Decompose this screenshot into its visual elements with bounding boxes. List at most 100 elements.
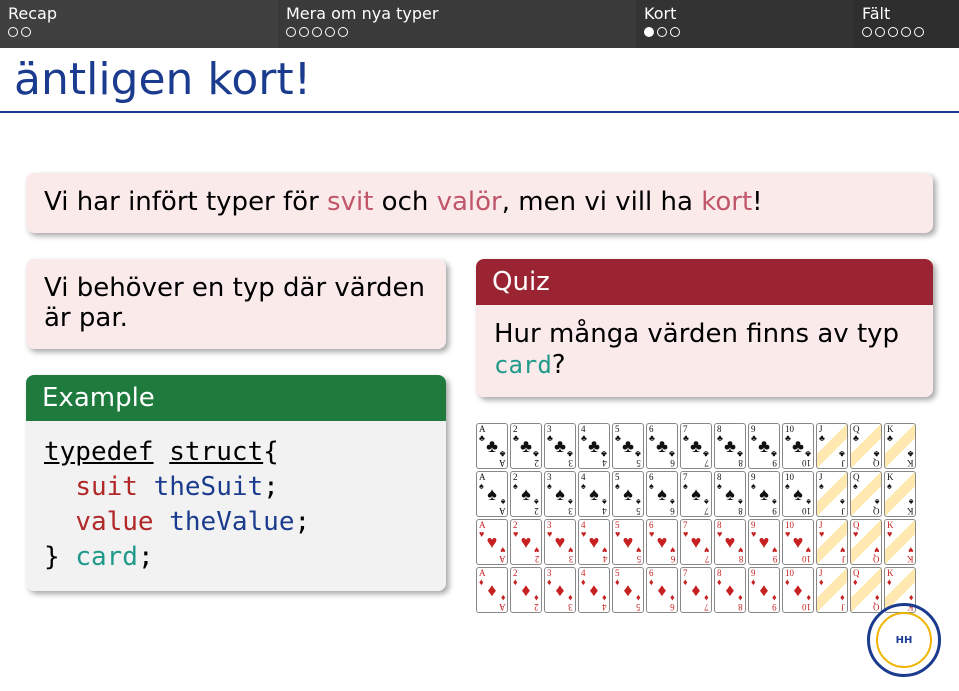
- cards-row: A♦♦A♦2♦♦2♦3♦♦3♦4♦♦4♦5♦♦5♦6♦♦6♦7♦♦7♦8♦♦8♦…: [476, 567, 933, 613]
- nav-pips-recap: [8, 25, 278, 37]
- playing-card: 10♦♦10♦: [782, 567, 814, 613]
- playing-card: 9♥♥9♥: [748, 519, 780, 565]
- playing-card: 5♦♦5♦: [612, 567, 644, 613]
- cards-grid: A♣♣A♣2♣♣2♣3♣♣3♣4♣♣4♣5♣♣5♣6♣♣6♣7♣♣7♣8♣♣8♣…: [476, 423, 933, 613]
- type-value: value: [75, 507, 153, 537]
- semi: ;: [294, 507, 310, 537]
- playing-card: Q♠Q♠: [850, 471, 882, 517]
- nav-pip[interactable]: [657, 27, 667, 37]
- nav-section-kort[interactable]: Kort: [636, 0, 854, 48]
- playing-card: J♥J♥: [816, 519, 848, 565]
- quiz-type-card: card: [494, 351, 552, 379]
- nav-pip[interactable]: [670, 27, 680, 37]
- nav-title: Fält: [862, 4, 959, 25]
- playing-card: 2♦♦2♦: [510, 567, 542, 613]
- field-theSuit: theSuit: [154, 472, 264, 502]
- nav-pip[interactable]: [644, 27, 654, 37]
- logo-text: HH: [896, 635, 913, 646]
- playing-card: 7♠♠7♠: [680, 471, 712, 517]
- nav-pip[interactable]: [312, 27, 322, 37]
- playing-card: 7♣♣7♣: [680, 423, 712, 469]
- nav-pips-mera: [286, 25, 636, 37]
- nav-pip[interactable]: [901, 27, 911, 37]
- playing-card: 8♥♥8♥: [714, 519, 746, 565]
- type-card: card: [75, 542, 138, 572]
- playing-card: Q♣Q♣: [850, 423, 882, 469]
- nav-pip[interactable]: [21, 27, 31, 37]
- playing-card: 4♥♥4♥: [578, 519, 610, 565]
- playing-card: K♥K♥: [884, 519, 916, 565]
- nav-title: Recap: [8, 4, 278, 25]
- playing-card: 9♦♦9♦: [748, 567, 780, 613]
- nav-pip[interactable]: [8, 27, 18, 37]
- nav-pip[interactable]: [888, 27, 898, 37]
- quiz-body: Hur många värden finns av typ card?: [476, 305, 933, 397]
- type-suit: suit: [75, 472, 138, 502]
- need-text: Vi behöver en typ där värden är par.: [26, 259, 446, 349]
- nav-section-recap[interactable]: Recap: [0, 0, 278, 48]
- playing-card: K♣K♣: [884, 423, 916, 469]
- playing-card: 4♠♠4♠: [578, 471, 610, 517]
- playing-card: 2♥♥2♥: [510, 519, 542, 565]
- nav-pip[interactable]: [338, 27, 348, 37]
- playing-card: 6♠♠6♠: [646, 471, 678, 517]
- playing-card: 4♦♦4♦: [578, 567, 610, 613]
- playing-card: J♣J♣: [816, 423, 848, 469]
- cards-row: A♥♥A♥2♥♥2♥3♥♥3♥4♥♥4♥5♥♥5♥6♥♥6♥7♥♥7♥8♥♥8♥…: [476, 519, 933, 565]
- playing-card: 8♦♦8♦: [714, 567, 746, 613]
- nav-section-falt[interactable]: Fält: [854, 0, 959, 48]
- playing-card: Q♦Q♦: [850, 567, 882, 613]
- nav-pip[interactable]: [875, 27, 885, 37]
- nav-section-mera[interactable]: Mera om nya typer: [278, 0, 636, 48]
- section-nav: Recap Mera om nya typer Kort Fält: [0, 0, 959, 48]
- playing-card: A♦♦A♦: [476, 567, 508, 613]
- playing-card: 9♣♣9♣: [748, 423, 780, 469]
- playing-card: 3♣♣3♣: [544, 423, 576, 469]
- text: ?: [552, 350, 566, 380]
- accent-kort: kort: [701, 187, 752, 217]
- example-block: Example typedef struct{ suit theSuit; va…: [26, 375, 446, 591]
- nav-title: Mera om nya typer: [286, 4, 636, 25]
- cards-row: A♣♣A♣2♣♣2♣3♣♣3♣4♣♣4♣5♣♣5♣6♣♣6♣7♣♣7♣8♣♣8♣…: [476, 423, 933, 469]
- playing-card: 8♠♠8♠: [714, 471, 746, 517]
- playing-card: 5♥♥5♥: [612, 519, 644, 565]
- nav-pip[interactable]: [299, 27, 309, 37]
- playing-card: 3♥♥3♥: [544, 519, 576, 565]
- playing-card: J♦J♦: [816, 567, 848, 613]
- playing-card: 3♠♠3♠: [544, 471, 576, 517]
- nav-pips-kort: [644, 25, 854, 37]
- semi: ;: [138, 542, 154, 572]
- playing-card: 8♣♣8♣: [714, 423, 746, 469]
- field-theValue: theValue: [169, 507, 294, 537]
- playing-card: 10♣♣10♣: [782, 423, 814, 469]
- playing-card: 5♣♣5♣: [612, 423, 644, 469]
- quiz-block: Quiz Hur många värden finns av typ card?: [476, 259, 933, 397]
- example-title: Example: [26, 375, 446, 421]
- playing-card: 4♣♣4♣: [578, 423, 610, 469]
- playing-card: 3♦♦3♦: [544, 567, 576, 613]
- nav-pip[interactable]: [325, 27, 335, 37]
- playing-card: 10♠♠10♠: [782, 471, 814, 517]
- intro-text: Vi har infört typer för svit och valör, …: [26, 173, 933, 233]
- accent-valor: valör: [437, 187, 502, 217]
- text: , men vi vill ha: [502, 187, 701, 217]
- playing-card: K♠K♠: [884, 471, 916, 517]
- nav-pip[interactable]: [862, 27, 872, 37]
- text: !: [752, 187, 762, 217]
- kw-struct: struct: [169, 437, 263, 467]
- text: och: [373, 187, 436, 217]
- kw-typedef: typedef: [44, 437, 154, 467]
- playing-card: A♥♥A♥: [476, 519, 508, 565]
- playing-card: A♣♣A♣: [476, 423, 508, 469]
- nav-title: Kort: [644, 4, 854, 25]
- quiz-title: Quiz: [476, 259, 933, 305]
- quiz-question: Hur många värden finns av typ: [494, 319, 899, 349]
- playing-card: 5♠♠5♠: [612, 471, 644, 517]
- playing-card: 2♠♠2♠: [510, 471, 542, 517]
- frame-title: äntligen kort!: [0, 48, 959, 105]
- text: Vi har infört typer för: [44, 187, 327, 217]
- nav-pip[interactable]: [914, 27, 924, 37]
- semi: ;: [263, 472, 279, 502]
- playing-card: 9♠♠9♠: [748, 471, 780, 517]
- nav-pip[interactable]: [286, 27, 296, 37]
